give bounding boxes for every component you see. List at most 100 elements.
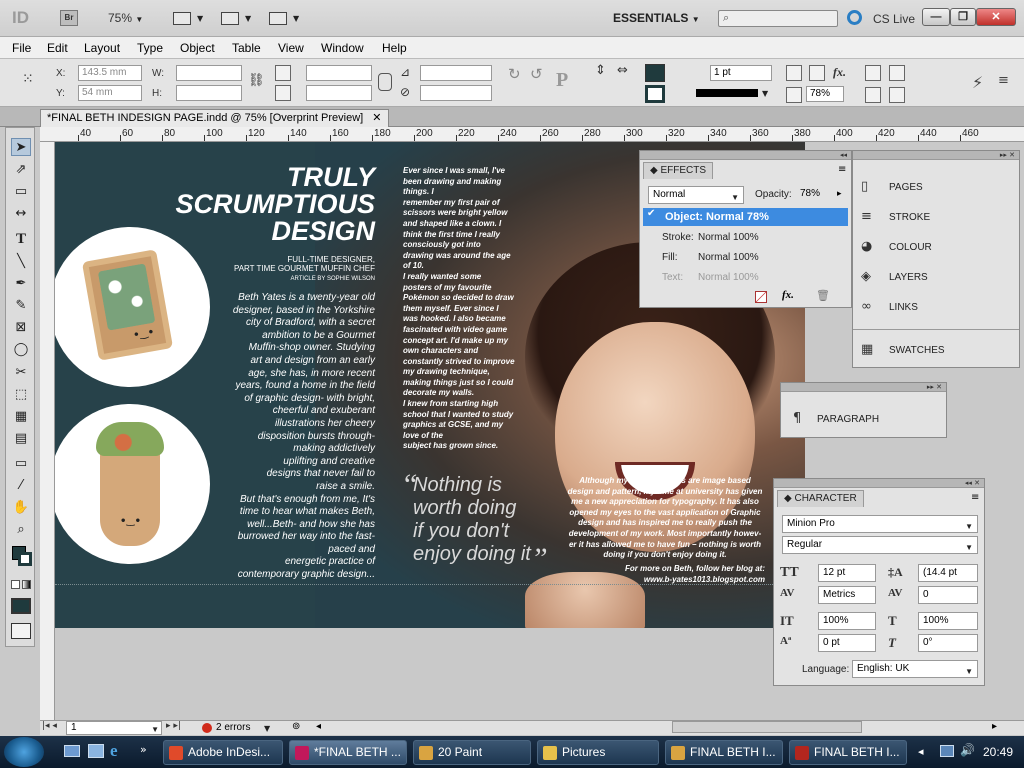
font-family-dropdown[interactable]: Minion Pro ▼ — [782, 515, 978, 533]
page-tool-icon[interactable]: ▭ — [11, 183, 31, 201]
rotation-angle-field[interactable] — [420, 65, 492, 81]
menu-window[interactable]: Window — [321, 41, 364, 55]
system-clock[interactable]: 20:49 — [983, 745, 1013, 759]
chevron-down-icon[interactable]: ▼ — [762, 89, 768, 98]
colour-palette-icon[interactable]: ◕ — [861, 239, 872, 254]
panel-expand-bar[interactable]: ▸▸ ✕ — [853, 151, 1019, 160]
first-page-icon[interactable]: |◂ ◂ — [42, 721, 57, 731]
pencil-tool-icon[interactable]: ✎ — [11, 297, 31, 315]
next-page-icon[interactable]: ▸ ▸| — [166, 721, 181, 731]
swatches-icon[interactable]: ▦ — [861, 342, 873, 357]
constrain-scale-icon[interactable] — [378, 73, 392, 91]
panel-collapse-bar[interactable]: ◂◂ — [640, 151, 851, 160]
close-tab-icon[interactable]: ✕ — [372, 112, 381, 124]
eyedropper-tool-icon[interactable]: ⁄ — [11, 477, 31, 495]
zoom-level-dropdown[interactable]: 75% ▼ — [108, 11, 143, 25]
opacity-slider-arrow-icon[interactable]: ▸ — [837, 189, 842, 199]
document-tab[interactable]: *FINAL BETH INDESIGN PAGE.indd @ 75% [Ov… — [40, 109, 389, 127]
pull-quote[interactable]: “ Nothing is worth doing if you don't en… — [401, 468, 561, 575]
flip-horizontal-icon[interactable]: ⇕ — [595, 63, 606, 78]
scale-y-field[interactable] — [306, 85, 372, 101]
selection-tool-icon[interactable]: ➤ — [11, 138, 31, 156]
font-size-field[interactable]: 12 pt — [818, 564, 876, 582]
zoom-tool-icon[interactable]: ⌕ — [11, 521, 31, 539]
cs-live-icon[interactable] — [847, 10, 862, 25]
menu-type[interactable]: Type — [137, 41, 163, 55]
menu-file[interactable]: File — [12, 41, 31, 55]
shear-angle-field[interactable] — [420, 85, 492, 101]
close-window-button[interactable]: ✕ — [976, 8, 1016, 26]
panel-expand-bar[interactable]: ▸▸ ✕ — [781, 383, 946, 392]
free-transform-tool-icon[interactable]: ⬚ — [11, 386, 31, 404]
gradient-feather-tool-icon[interactable]: ▤ — [11, 430, 31, 448]
gradient-tool-icon[interactable]: ▦ — [11, 408, 31, 426]
start-button[interactable] — [4, 737, 44, 767]
cs-live-label[interactable]: CS Live — [873, 12, 915, 26]
body-text-middle[interactable]: Ever since I was small, I've been drawing… — [403, 166, 523, 452]
horizontal-scrollbar-thumb[interactable] — [672, 721, 862, 733]
pen-tool-icon[interactable]: ✒ — [11, 275, 31, 293]
scroll-right-icon[interactable]: ▸ — [992, 721, 997, 732]
drop-shadow-icon[interactable] — [786, 65, 802, 81]
skew-field[interactable]: 0° — [918, 634, 978, 652]
opacity-field[interactable]: 78% — [796, 186, 834, 204]
menu-layout[interactable]: Layout — [84, 41, 120, 55]
horizontal-scale-field[interactable]: 100% — [918, 612, 978, 630]
chevron-right-icon[interactable]: » — [140, 743, 147, 756]
panel-menu-icon[interactable]: ≡ — [838, 164, 846, 175]
gap-tool-icon[interactable]: ↔ — [11, 205, 31, 223]
body-text-right[interactable]: Although my main passions are image base… — [563, 476, 767, 561]
stroke-weight-field[interactable]: 1 pt — [710, 65, 772, 81]
stroke-type-preview[interactable] — [696, 89, 758, 97]
trash-icon[interactable]: 🗑 — [816, 289, 830, 302]
stroke-swatch[interactable] — [645, 85, 665, 103]
pilcrow-icon[interactable]: ¶ — [793, 411, 801, 426]
width-field[interactable] — [176, 65, 242, 81]
subheading[interactable]: FULL-TIME DESIGNER, PART TIME GOURMET MU… — [155, 255, 375, 284]
character-panel-tab[interactable]: ◆ CHARACTER — [777, 490, 864, 507]
rectangle-frame-tool-icon[interactable]: ⊠ — [11, 319, 31, 337]
rotate-clockwise-icon[interactable]: ↻ — [508, 65, 521, 83]
text-wrap-icon[interactable] — [865, 87, 881, 103]
vertical-scale-field[interactable]: 100% — [818, 612, 876, 630]
preflight-errors[interactable]: 2 errors — [216, 722, 250, 733]
direct-selection-tool-icon[interactable]: ⇗ — [11, 161, 31, 179]
line-tool-icon[interactable]: ╲ — [11, 253, 31, 271]
screen-mode-icon[interactable] — [221, 12, 239, 25]
fill-swatch[interactable] — [645, 64, 665, 82]
vertical-ruler[interactable] — [40, 142, 55, 720]
stroke-panel-button[interactable]: STROKE — [889, 212, 930, 223]
headline[interactable]: TRULY SCRUMPTIOUS DESIGN — [135, 164, 375, 245]
lightning-icon[interactable]: ⚡ — [972, 73, 983, 92]
apply-gradient-icon[interactable] — [22, 580, 31, 589]
workspace-switcher[interactable]: ESSENTIALS ▼ — [613, 11, 700, 25]
fx-icon[interactable]: fx. — [782, 289, 794, 301]
search-input[interactable]: ⌕ — [718, 10, 838, 27]
pages-panel-button[interactable]: PAGES — [889, 182, 923, 193]
maximize-button[interactable]: ❐ — [950, 8, 976, 26]
page-number-field[interactable]: 1 ▼ — [66, 721, 162, 735]
normal-view-icon[interactable] — [11, 598, 31, 614]
links-icon[interactable]: ∞ — [861, 299, 872, 314]
screen-mode-icon[interactable] — [11, 623, 31, 639]
panel-menu-icon[interactable]: ≡ — [998, 73, 1009, 88]
effect-row-fill[interactable]: Fill: Normal 100% — [662, 252, 759, 263]
baseline-shift-field[interactable]: 0 pt — [818, 634, 876, 652]
taskbar-item[interactable]: *FINAL BETH ... — [289, 740, 407, 765]
taskbar-item[interactable]: 20 Paint — [413, 740, 531, 765]
effects-panel-tab[interactable]: ◆ EFFECTS — [643, 162, 714, 179]
switch-windows-icon[interactable] — [88, 744, 104, 758]
apply-color-icon[interactable] — [11, 580, 20, 589]
view-options-icon[interactable] — [173, 12, 191, 25]
menu-help[interactable]: Help — [382, 41, 407, 55]
paragraph-panel-button[interactable]: PARAGRAPH — [817, 414, 879, 425]
taskbar-item[interactable]: FINAL BETH I... — [789, 740, 907, 765]
chevron-down-icon[interactable]: ▼ — [264, 724, 270, 733]
menu-object[interactable]: Object — [180, 41, 215, 55]
volume-icon[interactable]: 🔊 — [960, 743, 975, 757]
type-tool-icon[interactable]: T — [11, 231, 31, 249]
horizontal-ruler[interactable]: 40 60 80 100 120 140 160 180 200 220 240 260 280 300 3… — [40, 127, 1024, 142]
reference-point-icon[interactable]: ⁙ — [22, 71, 44, 93]
select-container-icon[interactable]: ⇔ — [617, 63, 628, 78]
tracking-field[interactable]: 0 — [918, 586, 978, 604]
